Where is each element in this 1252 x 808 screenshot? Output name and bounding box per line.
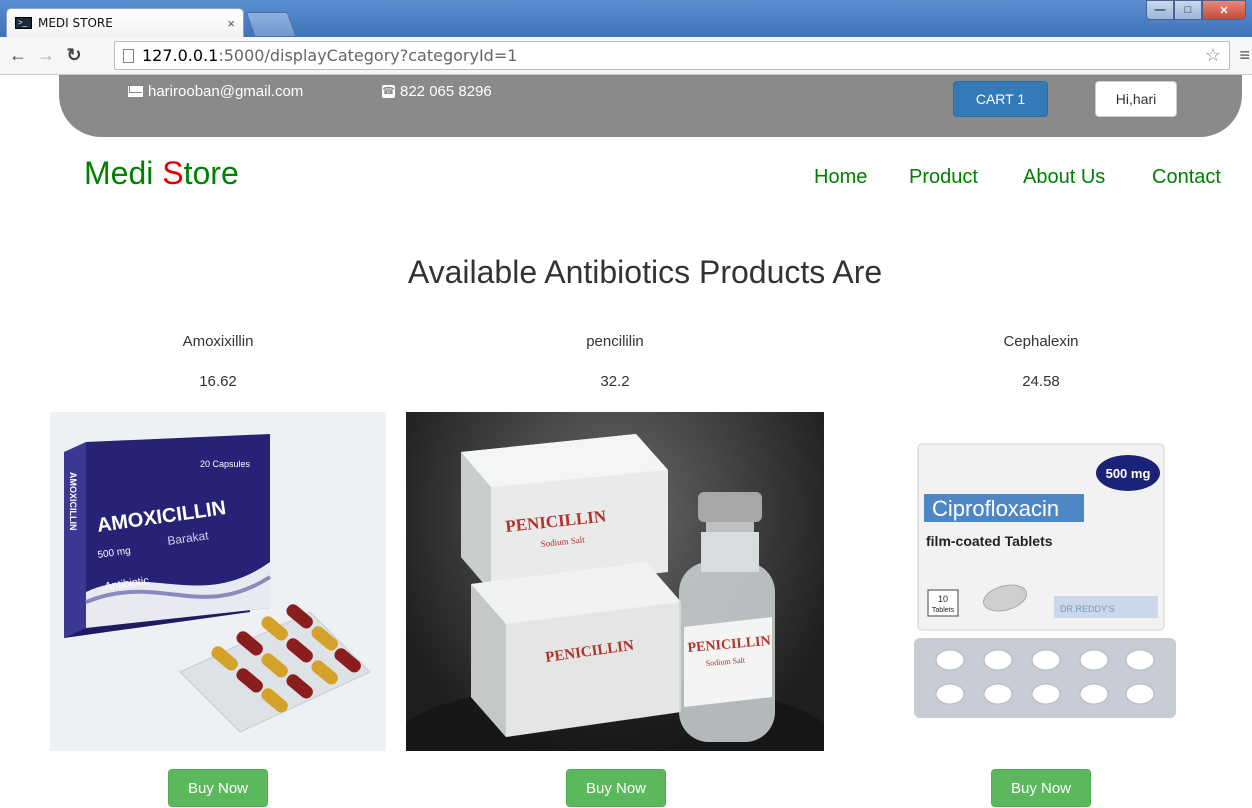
- ciprofloxacin-box-illustration: 500 mg Ciprofloxacin film-coated Tablets…: [914, 443, 1176, 718]
- product-price: 16.62: [199, 373, 237, 390]
- buy-now-button[interactable]: Buy Now: [991, 769, 1091, 807]
- penicillin-boxes-illustration: PENICILLIN Sodium Salt PENICILLIN PENICI…: [406, 434, 824, 751]
- product-name: pencililin: [586, 333, 644, 350]
- product-image: 20 Capsules AMOXICILLIN Barakat 500 mg A…: [50, 412, 386, 751]
- url-text: 127.0.0.1:5000/displayCategory?categoryI…: [142, 46, 517, 65]
- product-name: Cephalexin: [1003, 333, 1079, 350]
- amoxicillin-box-illustration: 20 Capsules AMOXICILLIN Barakat 500 mg A…: [64, 434, 371, 733]
- email-text: harirooban@gmail.com: [148, 83, 304, 100]
- browser-tab[interactable]: >_ MEDI STORE ×: [6, 8, 244, 37]
- buy-now-button[interactable]: Buy Now: [168, 769, 268, 807]
- main-nav: Home Product About Us Contact: [0, 166, 1252, 196]
- phone-icon: ☎: [382, 85, 395, 98]
- contact-phone: ☎ 822 065 8296: [382, 83, 492, 100]
- browser-menu-icon[interactable]: ≡: [1239, 45, 1250, 66]
- product-image: 500 mg Ciprofloxacin film-coated Tablets…: [910, 438, 1180, 728]
- page-content: harirooban@gmail.com ☎ 822 065 8296 CART…: [0, 75, 1252, 808]
- url-host: 127.0.0.1: [142, 46, 219, 65]
- cipro-maker-text: DR.REDDY'S: [1060, 604, 1115, 614]
- address-bar: ← → ↻ 127.0.0.1:5000/displayCategory?cat…: [0, 37, 1252, 75]
- cipro-dose-text: 500 mg: [1106, 466, 1151, 481]
- contact-email: harirooban@gmail.com: [128, 83, 303, 100]
- product-price: 24.58: [1022, 373, 1060, 390]
- url-input[interactable]: 127.0.0.1:5000/displayCategory?categoryI…: [114, 41, 1230, 70]
- reload-icon[interactable]: ↻: [64, 45, 84, 66]
- minimize-icon[interactable]: —: [1146, 0, 1174, 20]
- nav-contact[interactable]: Contact: [1152, 166, 1221, 189]
- cart-button[interactable]: CART 1: [953, 81, 1048, 117]
- browser-tab-bar: >_ MEDI STORE × — □ ✕: [0, 0, 1252, 37]
- tab-close-icon[interactable]: ×: [227, 16, 235, 31]
- product-price: 32.2: [600, 373, 630, 390]
- box-side-text: AMOXICILLIN: [68, 472, 78, 531]
- page-heading: Available Antibiotics Products Are: [407, 254, 883, 290]
- url-path: :5000/displayCategory?categoryId=1: [218, 46, 518, 65]
- tab-title: MEDI STORE: [38, 16, 113, 30]
- window-controls: — □ ✕: [1146, 0, 1246, 20]
- envelope-icon: [128, 86, 143, 97]
- cipro-title-text: Ciprofloxacin: [932, 496, 1059, 521]
- phone-text: 822 065 8296: [400, 83, 492, 100]
- buy-now-button[interactable]: Buy Now: [566, 769, 666, 807]
- product-image: PENICILLIN Sodium Salt PENICILLIN PENICI…: [406, 412, 824, 751]
- new-tab-button[interactable]: [245, 12, 297, 36]
- page-icon: [123, 48, 134, 63]
- nav-home[interactable]: Home: [814, 166, 867, 189]
- box-count-text: 20 Capsules: [200, 459, 251, 469]
- bookmark-star-icon[interactable]: ☆: [1205, 45, 1221, 66]
- nav-about-us[interactable]: About Us: [1023, 166, 1105, 189]
- cipro-count-unit-text: Tablets: [932, 607, 955, 614]
- cipro-sub-text: film-coated Tablets: [926, 533, 1053, 549]
- user-greeting-button[interactable]: Hi,hari: [1095, 81, 1177, 117]
- cipro-count-text: 10: [938, 594, 948, 604]
- forward-icon[interactable]: →: [36, 45, 56, 66]
- close-window-icon[interactable]: ✕: [1202, 0, 1246, 20]
- back-icon[interactable]: ←: [8, 45, 28, 66]
- nav-product[interactable]: Product: [909, 166, 978, 189]
- terminal-icon: >_: [15, 17, 32, 29]
- product-name: Amoxixillin: [182, 333, 254, 350]
- maximize-icon[interactable]: □: [1174, 0, 1202, 20]
